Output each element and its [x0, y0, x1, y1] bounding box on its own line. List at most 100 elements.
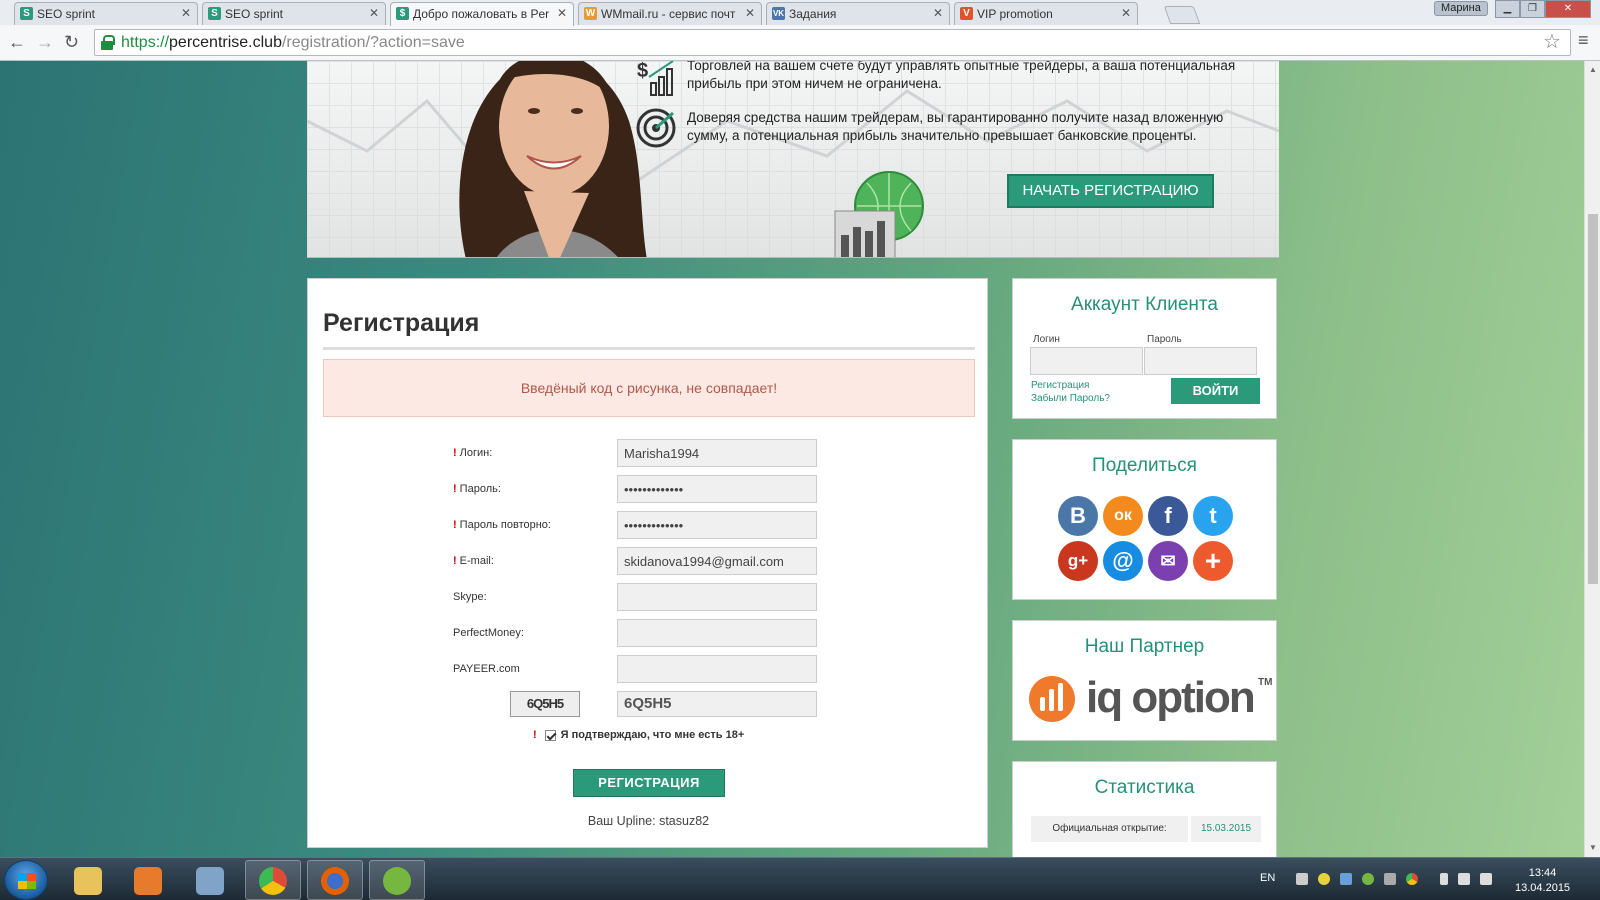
perfectmoney-field[interactable]: [617, 619, 817, 647]
utorrent-icon: [383, 867, 411, 895]
close-tab-icon[interactable]: ✕: [369, 6, 379, 20]
taskbar-firefox[interactable]: [307, 860, 363, 900]
taskbar-utorrent[interactable]: [369, 860, 425, 900]
forgot-password-link[interactable]: Забыли Пароль?: [1031, 392, 1110, 405]
register-link[interactable]: Регистрация: [1031, 379, 1110, 392]
tab-strip: S SEO sprint ✕ S SEO sprint ✕ $ Добро по…: [0, 0, 1600, 26]
login-field[interactable]: [617, 439, 817, 467]
scrollbar-thumb[interactable]: [1588, 214, 1598, 584]
tray-app-icon[interactable]: [1318, 873, 1330, 885]
forward-icon[interactable]: →: [36, 32, 54, 53]
seosprint-icon: S: [208, 7, 221, 20]
restore-icon[interactable]: ❐: [1520, 0, 1545, 18]
upline-text: Ваш Upline: stasuz82: [587, 814, 710, 828]
tab-wmmail[interactable]: W WMmail.ru - сервис почт ✕: [578, 2, 762, 25]
promo-banner: $ Торговлей на вашем счете будут управля…: [307, 61, 1279, 258]
scroll-down-icon[interactable]: ▼: [1589, 843, 1597, 852]
tab-seo-sprint-1[interactable]: S SEO sprint ✕: [14, 2, 198, 25]
chrome-tray-icon[interactable]: [1406, 873, 1418, 885]
stats-row: Официальная открытие: 15.03.2015: [1031, 816, 1261, 842]
tab-zadaniya[interactable]: VK Задания ✕: [766, 2, 950, 25]
network-icon[interactable]: [1458, 873, 1470, 885]
iq-option-logo[interactable]: iq option TM: [1028, 671, 1272, 731]
taskbar-explorer[interactable]: [60, 860, 116, 900]
notification-icon[interactable]: [1296, 873, 1308, 885]
close-tab-icon[interactable]: ✕: [1121, 6, 1131, 20]
wmmail-icon: W: [584, 7, 597, 20]
dollar-chart-icon: $: [637, 61, 674, 96]
utorrent-tray-icon[interactable]: [1362, 873, 1374, 885]
twitter-icon[interactable]: t: [1193, 496, 1233, 536]
profile-button[interactable]: Марина: [1434, 1, 1488, 16]
start-button[interactable]: [4, 860, 48, 900]
window-controls: ▁ ❐ ✕: [1495, 0, 1591, 18]
tab-percentrise[interactable]: $ Добро пожаловать в Per ✕: [390, 2, 574, 26]
facebook-icon[interactable]: f: [1148, 496, 1188, 536]
woman-photo: [459, 61, 647, 257]
stats-title: Статистика: [1094, 777, 1195, 798]
start-registration-button[interactable]: НАЧАТЬ РЕГИСТРАЦИЮ: [1007, 174, 1214, 208]
new-tab-button[interactable]: [1163, 6, 1201, 24]
calculator-icon: [196, 867, 224, 895]
taskbar-calculator[interactable]: [182, 860, 238, 900]
more-icon[interactable]: +: [1193, 541, 1233, 581]
account-title: Аккаунт Клиента: [1071, 294, 1218, 315]
reload-icon[interactable]: ↻: [64, 32, 79, 53]
odnoklassniki-icon[interactable]: ок: [1103, 496, 1143, 536]
tab-seo-sprint-2[interactable]: S SEO sprint ✕: [202, 2, 386, 25]
password-field[interactable]: [617, 475, 817, 503]
iq-option-icon: [1029, 676, 1075, 722]
tray-app-icon[interactable]: [1384, 873, 1396, 885]
browser-chrome: S SEO sprint ✕ S SEO sprint ✕ $ Добро по…: [0, 0, 1600, 61]
back-icon[interactable]: ←: [8, 32, 26, 53]
seosprint-icon: S: [20, 7, 33, 20]
close-tab-icon[interactable]: ✕: [933, 6, 943, 20]
divider: [323, 347, 975, 350]
volume-icon[interactable]: [1480, 873, 1492, 885]
banner-text-2: Доверяя средства нашим трейдерам, вы гар…: [687, 110, 1224, 143]
account-password-input[interactable]: [1144, 347, 1257, 375]
register-button[interactable]: РЕГИСТРАЦИЯ: [573, 769, 725, 797]
email-field[interactable]: [617, 547, 817, 575]
scroll-up-icon[interactable]: ▲: [1589, 65, 1597, 74]
page-content: $ Торговлей на вашем счете будут управля…: [0, 61, 1584, 857]
language-indicator[interactable]: EN: [1260, 872, 1275, 884]
error-message: Введёный код с рисунка, не совпадает!: [323, 359, 975, 417]
vkontakte-icon[interactable]: В: [1058, 496, 1098, 536]
taskbar-chrome[interactable]: [245, 860, 301, 900]
clock[interactable]: 13:44 13.04.2015: [1515, 866, 1570, 896]
close-tab-icon[interactable]: ✕: [745, 6, 755, 20]
address-bar[interactable]: https://percentrise.club/registration/?a…: [94, 29, 1571, 56]
googleplus-icon[interactable]: g+: [1058, 541, 1098, 581]
password-repeat-field[interactable]: [617, 511, 817, 539]
share-title: Поделиться: [1092, 455, 1197, 476]
close-tab-icon[interactable]: ✕: [181, 6, 191, 20]
taskbar-media-player[interactable]: [120, 860, 176, 900]
explorer-icon: [74, 867, 102, 895]
banner-text-1: Торговлей на вашем счете будут управлять…: [687, 61, 1236, 91]
age-confirm[interactable]: ! Я подтверждаю, что мне есть 18+: [533, 729, 744, 741]
skype-field[interactable]: [617, 583, 817, 611]
partner-panel: Наш Партнер iq option TM: [1012, 620, 1277, 741]
tray-app-icon[interactable]: [1340, 873, 1352, 885]
scrollbar[interactable]: ▲ ▼: [1584, 61, 1600, 857]
age-checkbox[interactable]: [544, 729, 556, 741]
close-window-icon[interactable]: ✕: [1545, 0, 1591, 18]
account-login-input[interactable]: [1030, 347, 1143, 375]
chrome-icon: [259, 867, 287, 895]
mailru-icon[interactable]: @: [1103, 541, 1143, 581]
partner-title: Наш Партнер: [1084, 636, 1205, 657]
stats-panel: Статистика Официальная открытие: 15.03.2…: [1012, 761, 1277, 857]
captcha-field[interactable]: 6Q5H5: [617, 691, 817, 717]
close-tab-icon[interactable]: ✕: [557, 6, 567, 20]
email-icon[interactable]: ✉: [1148, 541, 1188, 581]
account-panel: Аккаунт Клиента Логин Пароль Регистрация…: [1012, 278, 1277, 419]
payeer-field[interactable]: [617, 655, 817, 683]
battery-icon[interactable]: [1440, 873, 1448, 885]
login-button[interactable]: ВОЙТИ: [1171, 378, 1260, 404]
vip-icon: V: [960, 7, 973, 20]
menu-icon[interactable]: ≡: [1578, 30, 1589, 51]
bookmark-star-icon[interactable]: ☆: [1543, 29, 1561, 54]
minimize-icon[interactable]: ▁: [1495, 0, 1520, 18]
tab-vip-promotion[interactable]: V VIP promotion ✕: [954, 2, 1138, 25]
